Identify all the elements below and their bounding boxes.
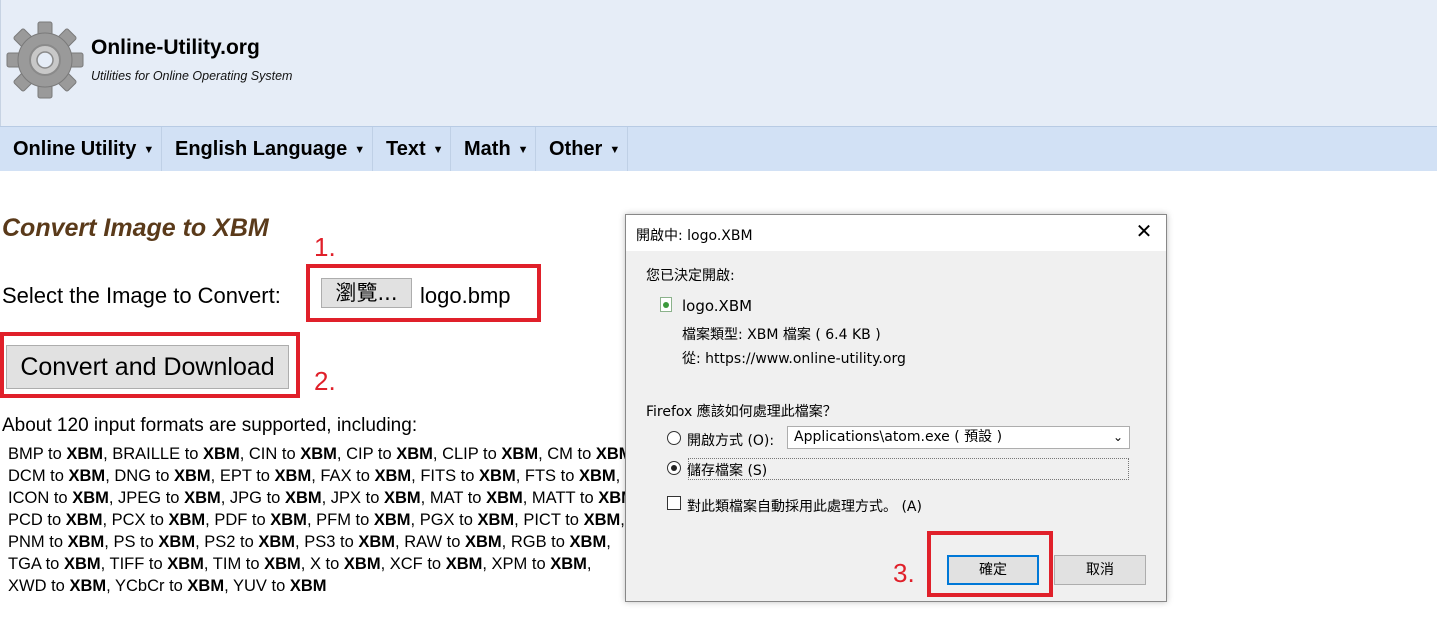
format-conversion: EPT to XBM bbox=[219, 467, 312, 485]
gear-logo-icon[interactable] bbox=[5, 20, 85, 100]
save-file-label: 儲存檔案 (S) bbox=[687, 463, 768, 479]
format-conversion: TIFF to XBM bbox=[109, 555, 204, 573]
format-conversion: CIN to XBM bbox=[248, 445, 337, 463]
nav-label: Text bbox=[386, 138, 426, 160]
cancel-button[interactable]: 取消 bbox=[1054, 555, 1146, 585]
nav-label: Online Utility bbox=[13, 138, 137, 160]
nav-label: English Language bbox=[175, 138, 348, 160]
format-conversion: FITS to XBM bbox=[420, 467, 516, 485]
nav-other[interactable]: Other ▼ bbox=[536, 127, 628, 171]
caret-down-icon: ▼ bbox=[609, 144, 621, 156]
dialog-title: 開啟中: logo.XBM bbox=[636, 228, 753, 244]
format-conversion: PICT to XBM bbox=[523, 511, 621, 529]
site-name[interactable]: Online-Utility.org bbox=[91, 36, 260, 60]
format-conversion: PGX to XBM bbox=[419, 511, 515, 529]
format-conversion: FTS to XBM bbox=[524, 467, 616, 485]
format-conversion: XCF to XBM bbox=[389, 555, 483, 573]
format-conversion: PDF to XBM bbox=[214, 511, 307, 529]
format-conversion: TIM to XBM bbox=[212, 555, 301, 573]
format-conversion: X to XBM bbox=[309, 555, 381, 573]
format-conversion: MATT to XBM bbox=[531, 489, 628, 507]
formats-line: ICON to XBM, JPEG to XBM, JPG to XBM, JP… bbox=[8, 487, 628, 509]
auto-handle-label: 對此類檔案自動採用此處理方式。 (A) bbox=[687, 499, 922, 515]
open-with-app-select[interactable]: Applications\atom.exe ( 預設 ) ⌄ bbox=[787, 426, 1130, 449]
format-conversion: BMP to XBM bbox=[8, 445, 104, 463]
format-conversion: CIP to XBM bbox=[346, 445, 433, 463]
format-conversion: JPEG to XBM bbox=[118, 489, 221, 507]
format-conversion: YUV to XBM bbox=[232, 577, 327, 595]
format-conversion: BRAILLE to XBM bbox=[112, 445, 240, 463]
nav-label: Other bbox=[549, 138, 603, 160]
dialog-question: Firefox 應該如何處理此檔案？ bbox=[646, 404, 837, 420]
select-image-label: Select the Image to Convert: bbox=[2, 283, 281, 308]
format-conversion: JPX to XBM bbox=[330, 489, 421, 507]
main-nav: Online Utility ▼ English Language ▼ Text ▼ … bbox=[0, 126, 1437, 171]
page-title: Convert Image to XBM bbox=[2, 214, 269, 242]
format-conversion: PCX to XBM bbox=[111, 511, 206, 529]
format-conversion: MAT to XBM bbox=[429, 489, 523, 507]
format-conversion: XPM to XBM bbox=[491, 555, 587, 573]
dialog-titlebar[interactable]: 開啟中: logo.XBM ✕ bbox=[626, 215, 1166, 251]
annotation-step1: 1. bbox=[314, 232, 336, 262]
chevron-down-icon: ⌄ bbox=[1112, 430, 1123, 444]
open-with-app-value: Applications\atom.exe ( 預設 ) bbox=[794, 429, 1003, 445]
format-conversion: YCbCr to XBM bbox=[114, 577, 225, 595]
format-conversion: PS3 to XBM bbox=[304, 533, 396, 551]
format-conversion: RGB to XBM bbox=[510, 533, 607, 551]
open-with-label: 開啟方式 (O): bbox=[687, 433, 775, 449]
open-with-radio[interactable] bbox=[667, 431, 681, 445]
format-conversion: PS to XBM bbox=[113, 533, 196, 551]
annotation-step3: 3. bbox=[893, 558, 915, 588]
nav-label: Math bbox=[464, 138, 511, 160]
dialog-intro: 您已決定開啟: bbox=[646, 268, 735, 284]
formats-line: DCM to XBM, DNG to XBM, EPT to XBM, FAX … bbox=[8, 467, 621, 485]
annotation-step2: 2. bbox=[314, 366, 336, 396]
auto-handle-checkbox[interactable] bbox=[667, 496, 681, 510]
site-header: Online-Utility.org Utilities for Online … bbox=[0, 0, 1437, 126]
annotation-box-step2 bbox=[0, 332, 300, 398]
formats-line: PNM to XBM, PS to XBM, PS2 to XBM, PS3 t… bbox=[8, 533, 611, 551]
formats-line: XWD to XBM, YCbCr to XBM, YUV to XBM bbox=[8, 577, 327, 595]
caret-down-icon: ▼ bbox=[517, 144, 529, 156]
dialog-file-type: 檔案類型: XBM 檔案 ( 6.4 KB ) bbox=[682, 327, 881, 343]
format-conversion: PNM to XBM bbox=[8, 533, 105, 551]
format-conversion: PFM to XBM bbox=[316, 511, 411, 529]
format-conversion: RAW to XBM bbox=[404, 533, 502, 551]
formats-line: PCD to XBM, PCX to XBM, PDF to XBM, PFM … bbox=[8, 511, 625, 529]
format-conversion: CLIP to XBM bbox=[442, 445, 539, 463]
format-conversion: PS2 to XBM bbox=[204, 533, 296, 551]
format-conversion: DNG to XBM bbox=[114, 467, 211, 485]
dialog-file-source: 從: https://www.online-utility.org bbox=[682, 351, 906, 367]
download-dialog: 開啟中: logo.XBM ✕ 您已決定開啟: logo.XBM 檔案類型: X… bbox=[625, 214, 1167, 602]
xbm-file-icon bbox=[660, 297, 672, 312]
caret-down-icon: ▼ bbox=[354, 144, 366, 156]
caret-down-icon: ▼ bbox=[432, 144, 444, 156]
annotation-box-step1 bbox=[306, 264, 541, 322]
annotation-box-step3 bbox=[927, 531, 1053, 597]
format-conversion: TGA to XBM bbox=[8, 555, 101, 573]
format-conversion: XWD to XBM bbox=[8, 577, 107, 595]
format-conversion: JPG to XBM bbox=[229, 489, 322, 507]
format-conversion: ICON to XBM bbox=[8, 489, 109, 507]
nav-math[interactable]: Math ▼ bbox=[451, 127, 536, 171]
caret-down-icon: ▼ bbox=[143, 144, 155, 156]
dialog-file-name: logo.XBM bbox=[682, 297, 753, 315]
formats-line: BMP to XBM, BRAILLE to XBM, CIN to XBM, … bbox=[8, 443, 628, 465]
format-conversion: PCD to XBM bbox=[8, 511, 103, 529]
format-conversion: CM to XBM bbox=[547, 445, 628, 463]
site-tagline: Utilities for Online Operating System bbox=[91, 69, 293, 83]
nav-english-language[interactable]: English Language ▼ bbox=[162, 127, 373, 171]
save-file-radio[interactable] bbox=[667, 461, 681, 475]
nav-text[interactable]: Text ▼ bbox=[373, 127, 451, 171]
formats-intro: About 120 input formats are supported, i… bbox=[2, 415, 418, 436]
format-conversion: FAX to XBM bbox=[320, 467, 412, 485]
formats-list: BMP to XBM, BRAILLE to XBM, CIN to XBM, … bbox=[8, 443, 628, 597]
formats-line: TGA to XBM, TIFF to XBM, TIM to XBM, X t… bbox=[8, 555, 592, 573]
nav-online-utility[interactable]: Online Utility ▼ bbox=[0, 127, 162, 171]
format-conversion: DCM to XBM bbox=[8, 467, 106, 485]
close-icon[interactable]: ✕ bbox=[1132, 220, 1156, 244]
